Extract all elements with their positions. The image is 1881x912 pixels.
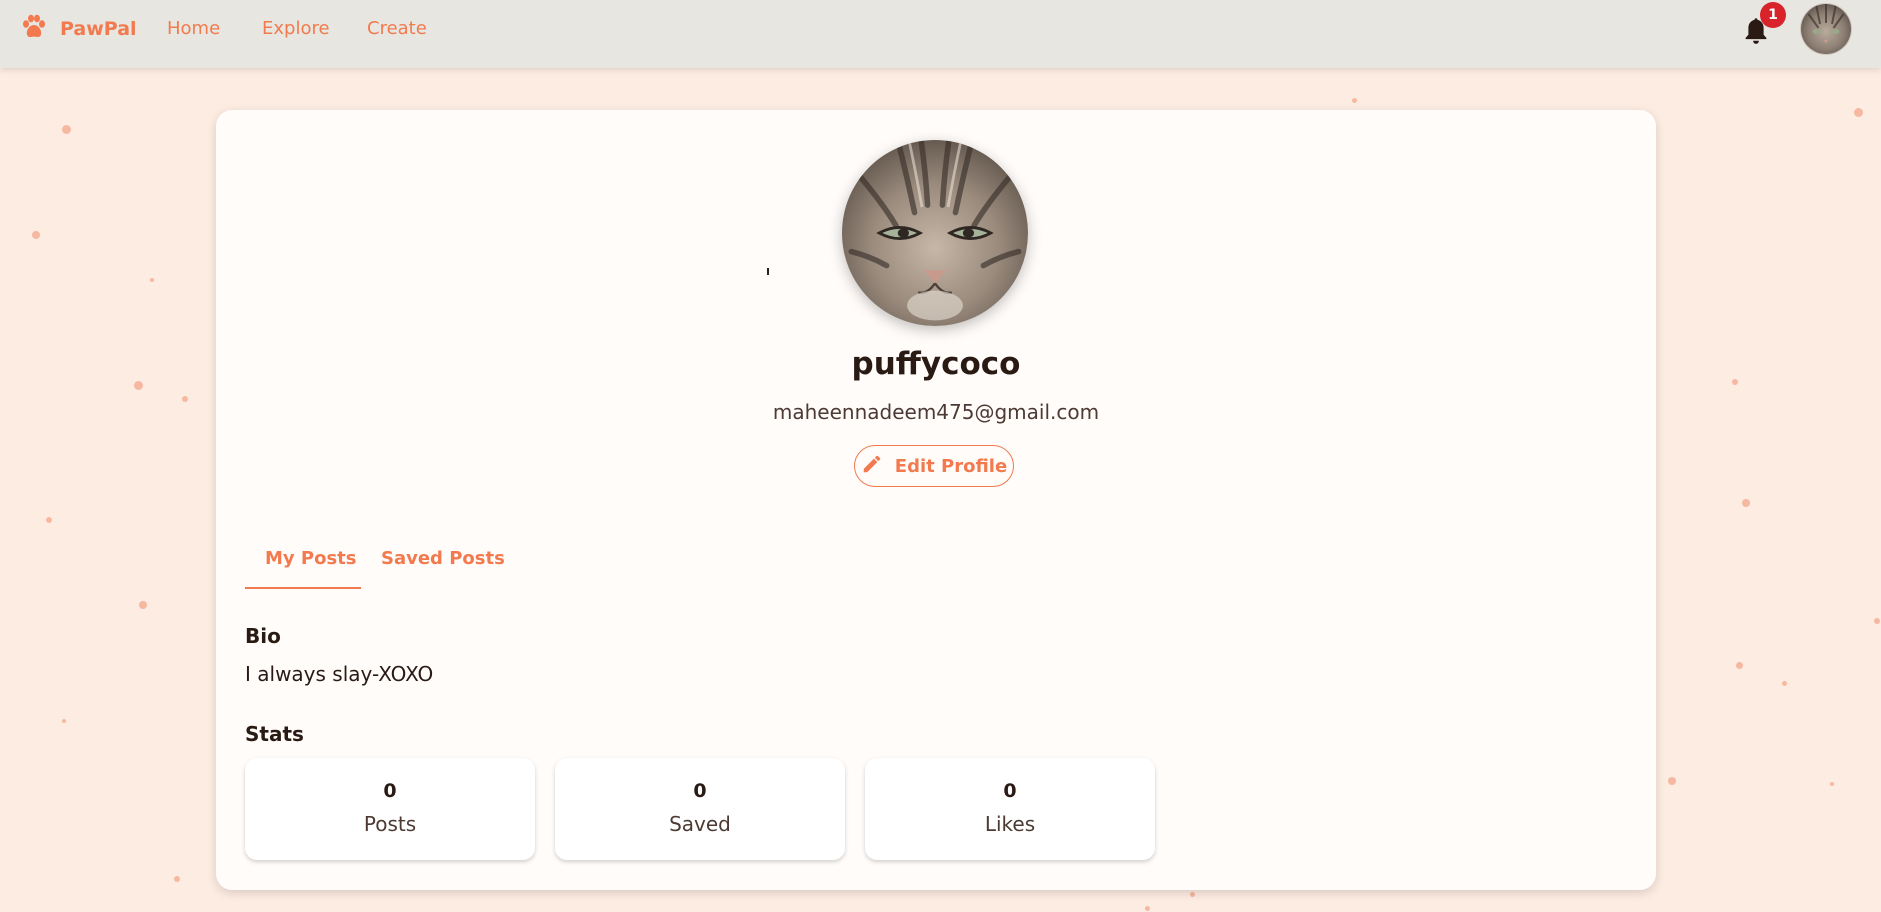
user-avatar[interactable] [1801, 4, 1851, 54]
edit-profile-button[interactable]: Edit Profile [854, 445, 1014, 487]
profile-avatar [842, 140, 1028, 326]
stat-value-saved: 0 [693, 780, 707, 802]
stat-label-saved: Saved [669, 812, 731, 836]
stat-card-likes: 0 Likes [865, 758, 1155, 860]
tab-saved-posts[interactable]: Saved Posts [381, 548, 505, 569]
pencil-icon [861, 453, 895, 480]
tab-my-posts[interactable]: My Posts [265, 548, 357, 569]
stat-label-likes: Likes [984, 812, 1036, 836]
nav-link-explore[interactable]: Explore [262, 18, 330, 39]
profile-card: puffycoco maheennadeem475@gmail.com Edit… [216, 110, 1656, 890]
nav-link-create[interactable]: Create [367, 18, 427, 39]
paw-icon [20, 13, 48, 45]
profile-username: puffycoco [851, 346, 1021, 382]
brand-logo[interactable]: PawPal [20, 14, 137, 44]
stat-label-posts: Posts [363, 812, 417, 836]
stray-cursor-mark [767, 268, 769, 275]
stat-card-saved: 0 Saved [555, 758, 845, 860]
bio-heading: Bio [245, 624, 281, 648]
stat-card-posts: 0 Posts [245, 758, 535, 860]
stats-heading: Stats [245, 722, 304, 746]
stat-value-likes: 0 [1003, 780, 1017, 802]
bio-text: I always slay-XOXO [245, 662, 434, 686]
top-nav-bar: PawPal Home Explore Create 1 [0, 0, 1881, 68]
profile-email: maheennadeem475@gmail.com [772, 400, 1100, 424]
notification-badge: 1 [1760, 2, 1786, 28]
edit-profile-label: Edit Profile [894, 455, 1008, 477]
brand-name: PawPal [60, 18, 137, 40]
active-tab-indicator [245, 587, 361, 589]
nav-link-home[interactable]: Home [167, 18, 220, 39]
stat-value-posts: 0 [383, 780, 397, 802]
